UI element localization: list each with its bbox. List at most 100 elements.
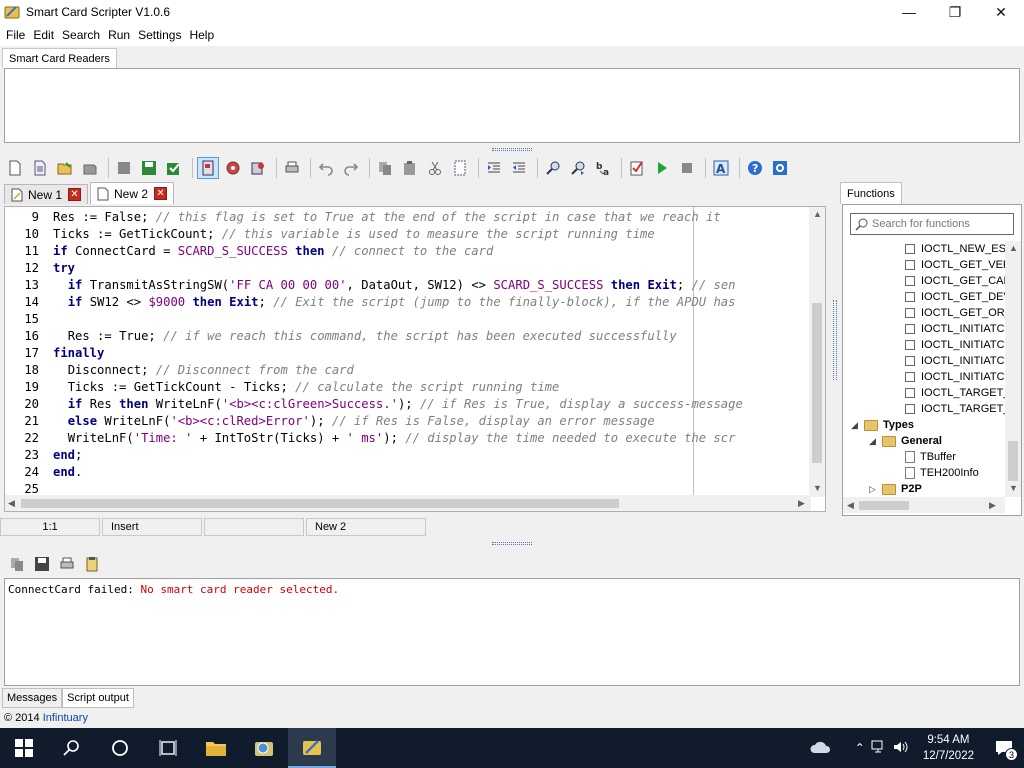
close-file-icon[interactable] xyxy=(79,157,101,179)
menu-run[interactable]: Run xyxy=(104,28,134,42)
code-line[interactable]: 19 Ticks := GetTickCount - Ticks; // cal… xyxy=(5,379,559,396)
code-line[interactable]: 20 if Res then WriteLnF('<b><c:clGreen>S… xyxy=(5,396,743,413)
collapse-icon[interactable]: ◢ xyxy=(869,436,879,447)
tab-new-2[interactable]: New 2 ✕ xyxy=(90,182,175,204)
function-item[interactable]: IOCTL_INITIATC xyxy=(905,353,1005,369)
open-file-icon[interactable] xyxy=(54,157,76,179)
save-icon[interactable] xyxy=(138,157,160,179)
company-link[interactable]: Infintuary xyxy=(43,712,88,724)
find-icon[interactable] xyxy=(542,157,564,179)
code-line[interactable]: 9 Res := False; // this flag is set to Tr… xyxy=(5,209,721,226)
code-editor[interactable]: 9 Res := False; // this flag is set to Tr… xyxy=(4,206,826,512)
redo-icon[interactable] xyxy=(340,157,362,179)
menu-file[interactable]: File xyxy=(2,28,29,42)
network-icon[interactable] xyxy=(871,740,887,757)
scroll-left-icon[interactable]: ◀ xyxy=(8,498,15,509)
function-item[interactable]: IOCTL_INITIATC xyxy=(905,337,1005,353)
card-connect-icon[interactable] xyxy=(197,157,219,179)
onedrive-icon[interactable] xyxy=(809,740,833,757)
stop-all-icon[interactable] xyxy=(113,157,135,179)
code-line[interactable]: 12 try xyxy=(5,260,75,277)
stop-icon[interactable] xyxy=(676,157,698,179)
code-line[interactable]: 11 if ConnectCard = SCARD_S_SUCCESS then … xyxy=(5,243,493,260)
code-line[interactable]: 10 Ticks := GetTickCount; // this variabl… xyxy=(5,226,654,243)
function-item[interactable]: IOCTL_INITIATC xyxy=(905,321,1005,337)
start-icon[interactable] xyxy=(0,728,48,768)
tab-new-1[interactable]: New 1 ✕ xyxy=(4,184,89,204)
copy-icon[interactable] xyxy=(374,157,396,179)
tree-item-tbuffer[interactable]: TBuffer xyxy=(905,449,956,465)
code-line[interactable]: 21 else WriteLnF('<b><c:clRed>Error'); /… xyxy=(5,413,654,430)
tree-node-types[interactable]: ◢ Types xyxy=(851,417,914,433)
functions-vertical-scrollbar[interactable]: ▲ ▼ xyxy=(1005,241,1021,497)
scroll-up-icon[interactable]: ▲ xyxy=(1009,243,1018,253)
print-messages-icon[interactable] xyxy=(56,553,78,575)
scroll-left-icon[interactable]: ◀ xyxy=(847,500,854,511)
clear-messages-icon[interactable] xyxy=(81,553,103,575)
clock[interactable]: 9:54 AM 12/7/2022 xyxy=(923,732,974,764)
expand-icon[interactable]: ▷ xyxy=(869,484,879,495)
maximize-button[interactable]: ❐ xyxy=(932,0,978,24)
function-item[interactable]: IOCTL_TARGET_ xyxy=(905,401,1009,417)
collapse-icon[interactable]: ◢ xyxy=(851,420,861,431)
card-reset-icon[interactable] xyxy=(222,157,244,179)
code-line[interactable]: 17 finally xyxy=(5,345,104,362)
font-icon[interactable]: A xyxy=(710,157,732,179)
volume-icon[interactable] xyxy=(893,740,909,757)
smart-card-app-icon[interactable] xyxy=(240,728,288,768)
code-line[interactable]: 18 Disconnect; // Disconnect from the ca… xyxy=(5,362,354,379)
tree-item-teh200info[interactable]: TEH200Info xyxy=(905,465,979,481)
scroll-right-icon[interactable]: ▶ xyxy=(798,498,805,509)
smart-card-scripter-icon[interactable] xyxy=(288,728,336,768)
notification-center-icon[interactable]: 3 xyxy=(984,728,1024,768)
function-item[interactable]: IOCTL_GET_CAF xyxy=(905,273,1010,289)
show-hidden-icons-icon[interactable]: ⌃ xyxy=(855,741,865,755)
tree-node-general[interactable]: ◢ General xyxy=(869,433,942,449)
tab-messages[interactable]: Messages xyxy=(2,688,63,708)
scroll-right-icon[interactable]: ▶ xyxy=(989,500,996,511)
function-item[interactable]: IOCTL_GET_VEF xyxy=(905,257,1010,273)
menu-search[interactable]: Search xyxy=(58,28,104,42)
task-view-icon[interactable] xyxy=(144,728,192,768)
indent-icon[interactable] xyxy=(483,157,505,179)
functions-horizontal-scrollbar[interactable]: ◀ ▶ xyxy=(843,497,1005,513)
scroll-thumb[interactable] xyxy=(812,303,822,463)
tree-node-p2p[interactable]: ▷ P2P xyxy=(869,481,922,497)
copy-messages-icon[interactable] xyxy=(6,553,28,575)
scroll-up-icon[interactable]: ▲ xyxy=(813,209,822,219)
card-disconnect-icon[interactable] xyxy=(247,157,269,179)
run-icon[interactable] xyxy=(651,157,673,179)
horizontal-scrollbar[interactable]: ◀ ▶ xyxy=(5,495,811,511)
function-item[interactable]: IOCTL_NEW_ES xyxy=(905,241,1006,257)
find-next-icon[interactable] xyxy=(567,157,589,179)
code-line[interactable]: 23 end; xyxy=(5,447,82,464)
splitter-bottom[interactable] xyxy=(0,540,1024,546)
splitter-vertical[interactable] xyxy=(833,300,837,380)
print-icon[interactable] xyxy=(281,157,303,179)
new-file-icon[interactable] xyxy=(4,157,26,179)
function-item[interactable]: IOCTL_GET_OR_ xyxy=(905,305,1011,321)
tab-functions[interactable]: Functions xyxy=(840,182,902,204)
function-item[interactable]: IOCTL_TARGET_ xyxy=(905,385,1009,401)
scroll-down-icon[interactable]: ▼ xyxy=(813,483,822,493)
code-line[interactable]: 24 end. xyxy=(5,464,82,481)
code-line[interactable]: 16 Res := True; // if we reach this comm… xyxy=(5,328,676,345)
close-tab-icon[interactable]: ✕ xyxy=(154,187,168,200)
code-line[interactable]: 22 WriteLnF('Time: ' + IntToStr(Ticks) +… xyxy=(5,430,735,447)
paste-icon[interactable] xyxy=(399,157,421,179)
unindent-icon[interactable] xyxy=(508,157,530,179)
new-template-icon[interactable] xyxy=(29,157,51,179)
function-item[interactable]: IOCTL_INITIATC xyxy=(905,369,1005,385)
code-line[interactable]: 15 xyxy=(5,311,53,328)
code-line[interactable]: 13 if TransmitAsStringSW('FF CA 00 00 00… xyxy=(5,277,735,294)
cut-icon[interactable] xyxy=(424,157,446,179)
menu-edit[interactable]: Edit xyxy=(29,28,58,42)
check-script-icon[interactable] xyxy=(626,157,648,179)
replace-icon[interactable]: ba xyxy=(592,157,614,179)
readers-list[interactable] xyxy=(4,68,1020,143)
save-messages-icon[interactable] xyxy=(31,553,53,575)
close-button[interactable]: ✕ xyxy=(978,0,1024,24)
function-search-field[interactable]: Search for functions xyxy=(850,213,1014,235)
tab-script-output[interactable]: Script output xyxy=(62,688,134,708)
cortana-icon[interactable] xyxy=(96,728,144,768)
